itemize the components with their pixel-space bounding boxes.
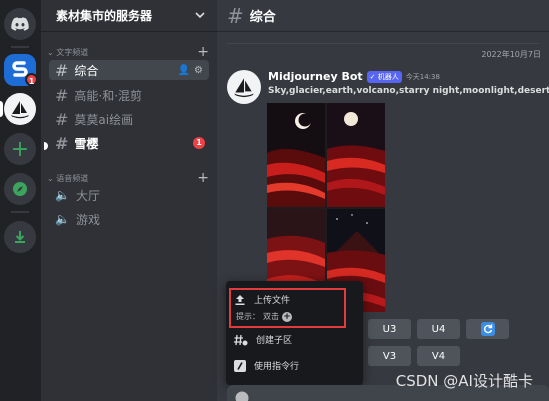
refresh-icon [480,322,495,336]
image-tile[interactable] [327,103,385,207]
speaker-icon: 🔈 [55,188,70,202]
category-label: 文字频道 [56,47,89,57]
image-tile[interactable] [267,103,325,207]
upload-hint: 提示： 双击 + [236,311,292,322]
message-prompt: Sky,glacier,earth,volcano,starry night,m… [268,86,549,96]
speaker-icon: 🔈 [55,212,70,226]
text-channel-icon: # [55,133,69,153]
author-name[interactable]: Midjourney Bot [268,70,363,83]
upload-icon [235,294,245,305]
channel-label: 游戏 [75,212,100,227]
avatar[interactable] [227,70,261,104]
collapse-arrow-icon: ⌄ [47,173,57,183]
channel-title: 综合 [249,10,276,25]
date-divider [227,43,539,44]
watermark: CSDN @AI设计酷卡 [395,372,533,390]
collapse-arrow-icon: ⌄ [47,47,57,57]
explore-servers-icon[interactable] [4,173,36,205]
attachment-menu: 上传文件 提示： 双击 + 创建子区 使用指令行 [226,281,363,385]
upload-file-item[interactable]: 上传文件 [234,293,290,306]
chevron-down-icon [195,12,205,19]
server-rail: 1 + [0,0,41,401]
variation-v3-button[interactable]: V3 [368,346,411,366]
channel-label: 莫莫ai绘画 [74,112,134,127]
text-channel-icon: # [227,3,244,28]
voice-channel-games[interactable]: 🔈 游戏 [49,209,209,229]
add-server-icon[interactable]: + [4,133,36,165]
channel-header: # 综合 [217,0,549,32]
channel-label: 高能·和·混剪 [74,88,143,103]
text-channel-icon: # [55,109,69,129]
category-label: 语音频道 [56,173,89,183]
upscale-u3-button[interactable]: U3 [368,319,411,339]
text-channel-icon: # [55,85,69,105]
channel-item-ai-art[interactable]: # 莫莫ai绘画 [49,109,209,129]
hint-label: 提示： [236,312,260,321]
hint-value: 双击 [263,312,279,321]
upscale-u4-button[interactable]: U4 [417,319,460,339]
channel-label: 大厅 [75,188,100,203]
create-channel-icon[interactable]: + [197,44,209,60]
server-icon-midjourney[interactable] [4,93,36,125]
category-text-channels[interactable]: ⌄ 文字频道 + [47,44,209,60]
text-channel-icon: # [55,60,69,80]
mention-badge: 1 [193,137,205,149]
create-channel-icon[interactable]: + [197,170,209,186]
gear-icon[interactable]: ⚙ [194,65,203,76]
plus-circle-icon: + [282,311,292,322]
message-timestamp: 今天14:38 [405,72,440,81]
date-separator: 2022年10月7日 [481,50,541,59]
voice-channel-lobby[interactable]: 🔈 大厅 [49,185,209,205]
reroll-button[interactable] [466,319,509,339]
selected-server-pill [0,101,3,117]
server-mention-badge: 1 [25,73,38,86]
category-voice-channels[interactable]: ⌄ 语音频道 + [47,170,209,186]
channel-item-mix[interactable]: # 高能·和·混剪 [49,85,209,105]
bot-badge: ✓ 机器人 [366,70,402,83]
use-command-item[interactable]: 使用指令行 [234,359,299,372]
invite-icon[interactable]: 👤 [178,65,190,76]
channel-sidebar: 素材集市的服务器 ⌄ 文字频道 + # 综合 👤 ⚙ # 高能·和·混剪 # 莫… [41,0,217,401]
discord-home-icon[interactable] [4,8,36,40]
rail-separator [11,46,29,48]
upload-file-label: 上传文件 [254,296,291,306]
create-thread-label: 创建子区 [256,336,293,346]
add-attachment-icon[interactable] [235,391,249,401]
download-apps-icon[interactable] [4,221,36,253]
server-header[interactable]: 素材集市的服务器 [41,0,217,32]
create-thread-item[interactable]: 创建子区 [234,333,292,346]
thread-icon [234,334,248,345]
rail-separator [11,211,29,213]
message-header: Midjourney Bot ✓ 机器人 今天14:38 [268,70,440,83]
channel-item-general[interactable]: # 综合 👤 ⚙ [49,60,209,80]
channel-label: 雪樱 [74,136,99,151]
slash-command-icon [234,359,246,372]
variation-v4-button[interactable]: V4 [417,346,460,366]
channel-item-xueying[interactable]: # 雪樱 1 [49,133,209,153]
server-name: 素材集市的服务器 [56,9,153,23]
channel-label: 综合 [74,63,99,78]
use-command-label: 使用指令行 [254,362,300,372]
